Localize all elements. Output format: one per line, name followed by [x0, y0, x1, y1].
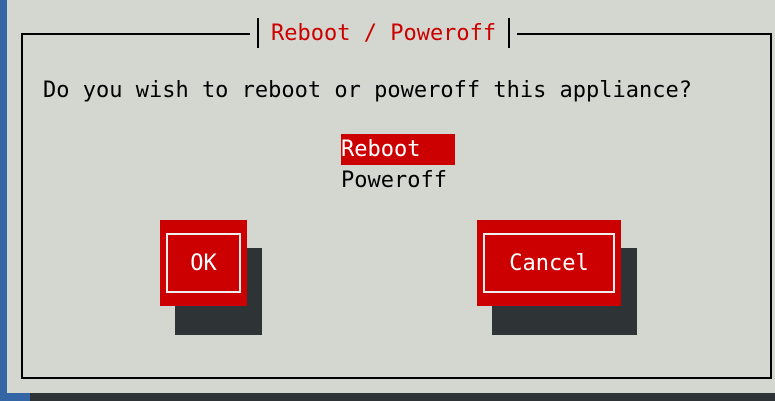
dialog-title: Reboot / Poweroff	[271, 20, 497, 46]
dialog-question: Do you wish to reboot or poweroff this a…	[43, 78, 693, 103]
reboot-poweroff-dialog: Reboot / Poweroff Do you wish to reboot …	[7, 0, 775, 393]
menu-item-reboot[interactable]: Reboot	[341, 134, 455, 165]
menu-item-poweroff[interactable]: Poweroff	[341, 165, 455, 196]
cancel-button-label: Cancel	[483, 233, 615, 293]
dialog-shadow	[30, 393, 775, 401]
ok-button[interactable]: OK	[160, 220, 247, 306]
option-menu: Reboot Poweroff	[341, 134, 455, 196]
terminal-screen: Reboot / Poweroff Do you wish to reboot …	[0, 0, 775, 401]
dialog-title-bar: Reboot / Poweroff	[250, 18, 518, 48]
cancel-button[interactable]: Cancel	[477, 220, 621, 306]
ok-button-label: OK	[166, 233, 241, 293]
title-right-tick	[508, 18, 511, 48]
